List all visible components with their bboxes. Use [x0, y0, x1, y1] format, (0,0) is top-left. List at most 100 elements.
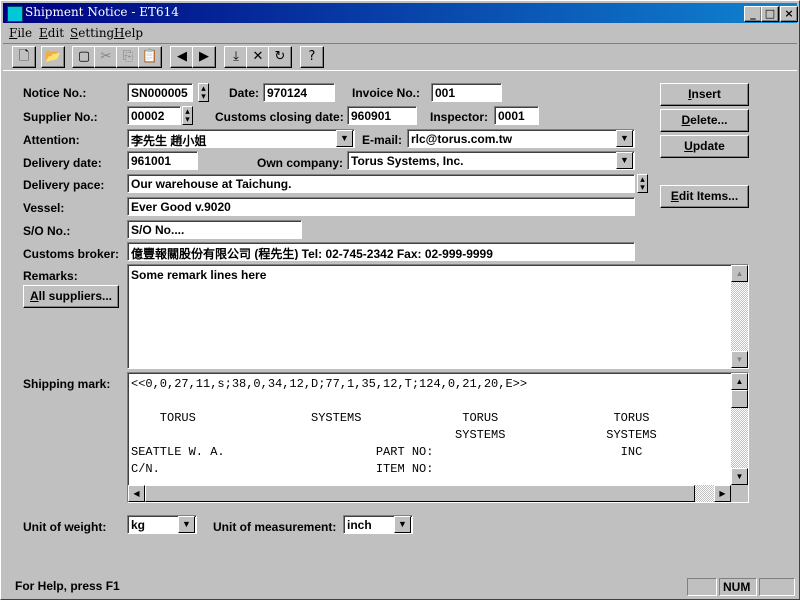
import-icon: ⤓	[233, 49, 239, 64]
shipping-mark-hscrollbar[interactable]: ◀ ▶	[128, 485, 731, 502]
hscroll-thumb[interactable]	[145, 485, 695, 502]
chevron-down-icon: ▼	[340, 133, 349, 143]
delivery-pace-spinner[interactable]: ▴ ▾	[637, 174, 648, 193]
customs-closing-date-label: Customs closing date:	[215, 110, 344, 124]
remarks-textarea[interactable]: Some remark lines here ▲ ▼	[127, 264, 749, 369]
open-icon: 📂	[44, 49, 62, 64]
previous-button[interactable]: ◀	[170, 46, 194, 68]
email-label: E-mail:	[362, 133, 403, 147]
close-button[interactable]: ×	[780, 6, 798, 22]
new-button[interactable]: 🗋	[12, 46, 36, 68]
status-panel-num: NUM	[719, 578, 757, 596]
shipping-mark-line: SYSTEMS SYSTEMS	[131, 428, 657, 442]
chevron-down-icon: ▼	[620, 133, 629, 143]
email-combo[interactable]: rlc@torus.com.tw	[407, 129, 635, 148]
menu-help[interactable]: Help	[114, 26, 143, 40]
edit-items-button[interactable]: Edit Items...	[660, 185, 749, 208]
menu-file[interactable]: File	[9, 26, 32, 40]
refresh-button[interactable]: ↻	[268, 46, 292, 68]
scroll-down-button[interactable]: ▼	[731, 468, 748, 485]
shipping-mark-vscrollbar[interactable]: ▲ ▼	[731, 373, 748, 485]
main-window: Shipment Notice - ET614 _ □ × File Edit …	[0, 0, 800, 600]
invoice-no-label: Invoice No.:	[352, 86, 421, 100]
refresh-icon: ↻	[274, 49, 286, 64]
scroll-left-button[interactable]: ◀	[128, 485, 145, 502]
unit-of-measurement-label: Unit of measurement:	[213, 520, 337, 534]
unit-of-measurement-dropdown-button[interactable]: ▼	[394, 516, 411, 533]
menu-edit[interactable]: Edit	[39, 26, 64, 40]
date-field[interactable]: 970124	[263, 83, 335, 102]
cut-button[interactable]: ✂	[94, 46, 118, 68]
paste-icon: ⎘	[122, 49, 134, 64]
delivery-pace-label: Delivery pace:	[23, 178, 105, 192]
prev-icon: ◀	[177, 49, 187, 64]
clipboard-button[interactable]: 📋	[138, 46, 162, 68]
title-bar[interactable]: Shipment Notice - ET614 _ □ ×	[3, 3, 798, 23]
scroll-down-button[interactable]: ▼	[731, 351, 748, 368]
scroll-corner	[731, 485, 748, 502]
menu-setting[interactable]: Setting	[70, 26, 114, 40]
maximize-button[interactable]: □	[761, 6, 779, 22]
delivery-pace-field[interactable]: Our warehouse at Taichung.	[127, 174, 635, 193]
chevron-down-icon: ▼	[620, 155, 629, 165]
scroll-right-button[interactable]: ▶	[714, 485, 731, 502]
unit-of-weight-label: Unit of weight:	[23, 520, 107, 534]
open-button[interactable]: 📂	[41, 46, 65, 68]
scroll-thumb[interactable]	[731, 390, 748, 408]
arrow-down-icon: ▼	[735, 472, 744, 481]
own-company-combo[interactable]: Torus Systems, Inc.	[347, 151, 635, 170]
minimize-button[interactable]: _	[744, 6, 762, 22]
arrow-left-icon: ◀	[133, 489, 140, 498]
paste-button[interactable]: ⎘	[116, 46, 140, 68]
own-company-dropdown-button[interactable]: ▼	[616, 152, 633, 169]
update-button[interactable]: Update	[660, 135, 749, 158]
remarks-label: Remarks:	[23, 269, 78, 283]
delete-button[interactable]: Delete...	[660, 109, 749, 132]
date-label: Date:	[229, 86, 260, 100]
attention-dropdown-button[interactable]: ▼	[336, 130, 353, 147]
menu-bar: File Edit Setting Help	[3, 24, 797, 42]
supplier-no-spinner[interactable]: ▴ ▾	[182, 106, 193, 125]
all-suppliers-button[interactable]: All suppliers...	[23, 285, 119, 308]
status-help-text: For Help, press F1	[15, 579, 120, 593]
invoice-no-field[interactable]: 001	[431, 83, 502, 102]
copy-doc-button[interactable]: ▢	[72, 46, 96, 68]
shipping-mark-line: TORUS SYSTEMS TORUS TORUS	[131, 411, 650, 425]
close-icon: ×	[784, 7, 794, 20]
minimize-icon: _	[750, 7, 756, 20]
unit-of-weight-dropdown-button[interactable]: ▼	[178, 516, 195, 533]
chevron-down-icon: ▼	[398, 519, 407, 529]
insert-button[interactable]: Insert	[660, 83, 749, 106]
attention-combo[interactable]: 李先生 趙小姐	[127, 129, 355, 148]
customs-broker-field[interactable]: 億豐報關股份有限公司 (程先生) Tel: 02-745-2342 Fax: 0…	[127, 242, 635, 261]
arrow-up-icon: ▲	[735, 377, 744, 386]
app-icon[interactable]	[7, 6, 23, 22]
email-dropdown-button[interactable]: ▼	[616, 130, 633, 147]
delivery-date-field[interactable]: 961001	[127, 151, 198, 170]
scroll-up-button[interactable]: ▲	[731, 265, 748, 282]
inspector-label: Inspector:	[430, 110, 489, 124]
attention-label: Attention:	[23, 133, 80, 147]
inspector-field[interactable]: 0001	[494, 106, 539, 125]
maximize-icon: □	[764, 7, 776, 20]
import-button[interactable]: ⤓	[224, 46, 248, 68]
clipboard-icon: 📋	[141, 49, 159, 64]
supplier-no-label: Supplier No.:	[23, 110, 98, 124]
notice-no-spinner[interactable]: ▴ ▾	[198, 83, 209, 102]
arrow-down-icon: ▼	[735, 355, 744, 364]
next-icon: ▶	[199, 49, 209, 64]
shipping-mark-textarea[interactable]: <<0,0,27,11,s;38,0,34,12,D;77,1,35,12,T;…	[127, 372, 749, 503]
scroll-up-button[interactable]: ▲	[731, 373, 748, 390]
next-button[interactable]: ▶	[192, 46, 216, 68]
toolbar: 🗋 📂 ▢ ✂ ⎘ 📋 ◀ ▶ ⤓ ✕ ↻ ?	[3, 43, 797, 71]
delete-record-button[interactable]: ✕	[246, 46, 270, 68]
customs-closing-date-field[interactable]: 960901	[347, 106, 417, 125]
remarks-scrollbar[interactable]: ▲ ▼	[731, 265, 748, 368]
notice-no-field[interactable]: SN000005	[127, 83, 193, 102]
help-button[interactable]: ?	[300, 46, 324, 68]
supplier-no-field[interactable]: 00002	[127, 106, 181, 125]
delete-x-icon: ✕	[252, 49, 264, 64]
so-no-field[interactable]: S/O No....	[127, 220, 302, 239]
vessel-label: Vessel:	[23, 201, 65, 215]
vessel-field[interactable]: Ever Good v.9020	[127, 197, 635, 216]
